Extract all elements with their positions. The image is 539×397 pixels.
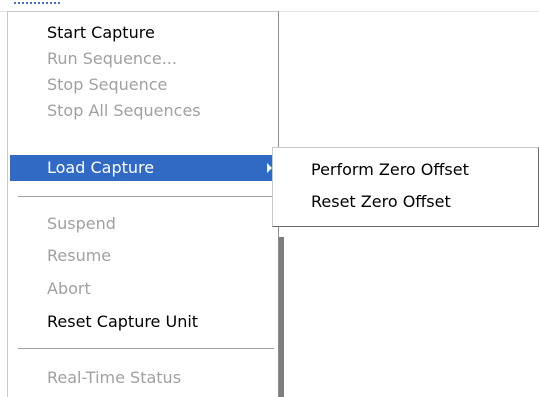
menu-item-label: Resume xyxy=(47,246,112,265)
menu-item-label: Abort xyxy=(47,279,91,298)
menu-item-resume[interactable]: Resume xyxy=(10,243,276,269)
submenu-item-label: Perform Zero Offset xyxy=(311,160,469,179)
partial-title-glyph xyxy=(14,0,60,4)
menu-item-stop-all-sequences[interactable]: Stop All Sequences xyxy=(10,98,276,124)
menu-separator xyxy=(18,196,274,198)
menu-item-label: Start Capture xyxy=(47,23,155,42)
context-menu: Start Capture Run Sequence... Stop Seque… xyxy=(7,11,284,397)
menu-item-label: Stop All Sequences xyxy=(47,101,201,120)
submenu-item-perform-zero-offset[interactable]: Perform Zero Offset xyxy=(275,156,533,184)
menu-item-start-capture[interactable]: Start Capture xyxy=(10,20,276,46)
menu-item-abort[interactable]: Abort xyxy=(10,276,276,302)
submenu-item-reset-zero-offset[interactable]: Reset Zero Offset xyxy=(275,188,533,216)
menu-item-label: Real-Time Status xyxy=(47,368,182,387)
menu-item-real-time-status[interactable]: Real-Time Status xyxy=(10,365,276,391)
menu-item-label: Run Sequence... xyxy=(47,49,177,68)
menu-item-suspend[interactable]: Suspend xyxy=(10,211,276,237)
menu-item-label: Suspend xyxy=(47,214,116,233)
menu-item-reset-capture-unit[interactable]: Reset Capture Unit xyxy=(10,309,276,335)
menu-item-label: Stop Sequence xyxy=(47,75,168,94)
menu-item-stop-sequence[interactable]: Stop Sequence xyxy=(10,72,276,98)
screen: Start Capture Run Sequence... Stop Seque… xyxy=(0,0,539,397)
menu-item-load-capture[interactable]: Load Capture xyxy=(10,155,276,181)
menu-item-label: Reset Capture Unit xyxy=(47,312,199,331)
submenu-item-label: Reset Zero Offset xyxy=(311,192,451,211)
load-capture-submenu: Perform Zero Offset Reset Zero Offset xyxy=(272,147,539,227)
menu-item-run-sequence[interactable]: Run Sequence... xyxy=(10,46,276,72)
menu-separator xyxy=(18,348,274,350)
menu-item-label: Load Capture xyxy=(47,158,155,177)
